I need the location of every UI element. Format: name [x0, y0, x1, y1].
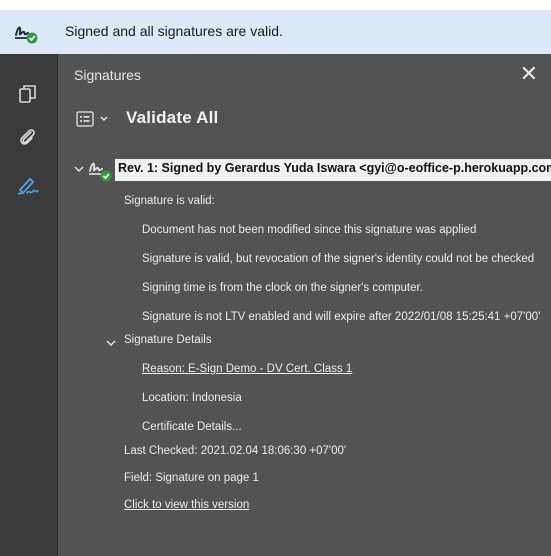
signature-valid-icon [89, 162, 112, 182]
chevron-down-icon[interactable] [105, 337, 117, 349]
navigation-rail [0, 54, 57, 556]
signatures-panel: Signatures ✕ Validate All Rev. 1: Signed… [57, 54, 551, 556]
options-menu-button[interactable] [76, 109, 110, 129]
attachments-icon [20, 129, 35, 145]
validity-item: Signature is not LTV enabled and will ex… [142, 311, 541, 323]
panel-title: Signatures [74, 67, 141, 83]
options-icon [76, 111, 94, 127]
signatures-window: Signed and all signatures are valid. Sig… [0, 0, 551, 556]
signatures-icon [17, 177, 39, 195]
validity-item: Document has not been modified since thi… [142, 224, 477, 236]
signature-entry[interactable]: Rev. 1: Signed by Gerardus Yuda Iswara <… [70, 157, 551, 185]
validate-all-button[interactable]: Validate All [126, 108, 218, 128]
pages-button[interactable] [14, 80, 42, 108]
signature-title[interactable]: Rev. 1: Signed by Gerardus Yuda Iswara <… [115, 159, 551, 181]
last-checked-text: Last Checked: 2021.02.04 18:06:30 +07'00… [124, 445, 347, 457]
chevron-down-icon [100, 116, 108, 121]
validity-item: Signing time is from the clock on the si… [142, 282, 423, 294]
signatures-button[interactable] [14, 171, 42, 199]
banner-text: Signed and all signatures are valid. [65, 23, 283, 39]
certificate-details-link[interactable]: Certificate Details... [142, 421, 242, 433]
location-text: Location: Indonesia [142, 392, 242, 404]
view-version-link[interactable]: Click to view this version [124, 499, 249, 511]
signature-valid-header: Signature is valid: [124, 195, 215, 207]
signature-details-toggle[interactable]: Signature Details [124, 334, 212, 346]
close-icon: ✕ [519, 61, 538, 86]
attachments-button[interactable] [14, 123, 42, 151]
validity-item: Signature is valid, but revocation of th… [142, 253, 535, 265]
close-button[interactable]: ✕ [520, 61, 538, 87]
reason-link[interactable]: Reason: E-Sign Demo - DV Cert. Class 1 [142, 363, 352, 375]
pages-icon [19, 85, 36, 103]
signature-valid-icon [15, 26, 38, 44]
chevron-down-icon[interactable] [73, 163, 85, 175]
signature-status-banner: Signed and all signatures are valid. [0, 10, 551, 54]
field-text: Field: Signature on page 1 [124, 472, 259, 484]
